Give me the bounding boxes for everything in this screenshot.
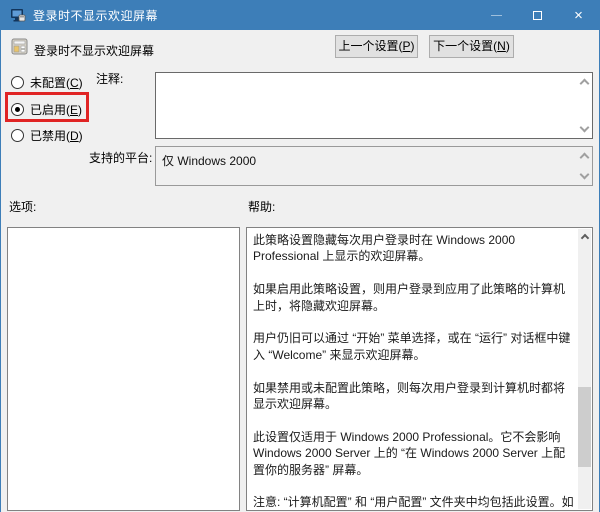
help-paragraph: 注意: “计算机配置” 和 “用户配置” 文件夹中均包括此设置。如果对这两项设置… [253,495,574,510]
help-text: 此策略设置隐藏每次用户登录时在 Windows 2000 Professiona… [253,232,576,510]
supported-on-label: 支持的平台: [89,151,153,165]
radio-enabled-circle[interactable] [11,103,24,116]
help-paragraph: 此设置仅适用于 Windows 2000 Professional。它不会影响 … [253,429,566,477]
policy-name: 登录时不显示欢迎屏幕 [34,44,155,58]
help-label: 帮助: [248,200,276,214]
help-scrollbar[interactable] [578,229,591,509]
titlebar[interactable]: 登录时不显示欢迎屏幕 × [1,0,599,30]
group-policy-app-icon [11,9,26,22]
radio-not-configured-circle[interactable] [11,76,24,89]
help-paragraph: 此策略设置隐藏每次用户登录时在 Windows 2000 Professiona… [253,233,516,264]
help-pane[interactable]: 此策略设置隐藏每次用户登录时在 Windows 2000 Professiona… [246,227,593,511]
supported-scroll-up-icon[interactable] [579,152,590,163]
comment-scroll-down-icon[interactable] [579,122,590,133]
comment-textbox[interactable] [155,72,593,139]
scrollbar-thumb[interactable] [578,387,591,467]
scrollbar-up-button[interactable] [578,229,591,244]
next-setting-mnemonic: N [497,39,506,53]
maximize-icon [533,10,542,20]
next-setting-button[interactable]: 下一个设置(N) [429,35,514,58]
policy-setting-window: 登录时不显示欢迎屏幕 × 登录时不显示欢迎屏幕 上一个设置(P) 下一个设置(N… [0,0,600,512]
window-title: 登录时不显示欢迎屏幕 [33,8,159,23]
scroll-up-icon [580,233,589,243]
radio-disabled-label: 已禁用(D) [30,129,83,143]
close-button[interactable]: × [558,0,599,30]
comment-label: 注释: [96,72,124,86]
minimize-button[interactable] [476,0,517,30]
radio-enabled[interactable]: 已启用(E) [11,101,82,118]
help-paragraph: 用户仍旧可以通过 “开始” 菜单选择，或在 “运行” 对话框中键入 “Welco… [253,331,571,362]
close-icon: × [574,6,583,24]
comment-scroll-up-icon[interactable] [579,78,590,89]
policy-setting-icon [11,38,28,55]
radio-not-configured-label: 未配置(C) [30,76,83,90]
supported-on-value: 仅 Windows 2000 [162,154,257,168]
supported-scroll-down-icon[interactable] [579,169,590,180]
help-paragraph: 如果启用此策略设置，则用户登录到应用了此策略的计算机上时，将隐藏欢迎屏幕。 [253,282,566,313]
maximize-button[interactable] [517,0,558,30]
radio-disabled-circle[interactable] [11,129,24,142]
help-paragraph: 如果禁用或未配置此策略，则每次用户登录到计算机时都将显示欢迎屏幕。 [253,380,566,412]
options-label: 选项: [9,200,37,214]
previous-setting-button[interactable]: 上一个设置(P) [335,35,418,58]
previous-setting-mnemonic: P [402,39,411,53]
minimize-icon [491,14,502,16]
radio-enabled-label: 已启用(E) [30,103,83,117]
next-setting-label: 下一个设置( [433,39,498,53]
radio-disabled[interactable]: 已禁用(D) [11,127,83,144]
supported-on-box: 仅 Windows 2000 [155,146,593,186]
radio-not-configured[interactable]: 未配置(C) [11,74,83,91]
previous-setting-label: 上一个设置( [338,39,403,53]
options-pane [7,227,240,511]
